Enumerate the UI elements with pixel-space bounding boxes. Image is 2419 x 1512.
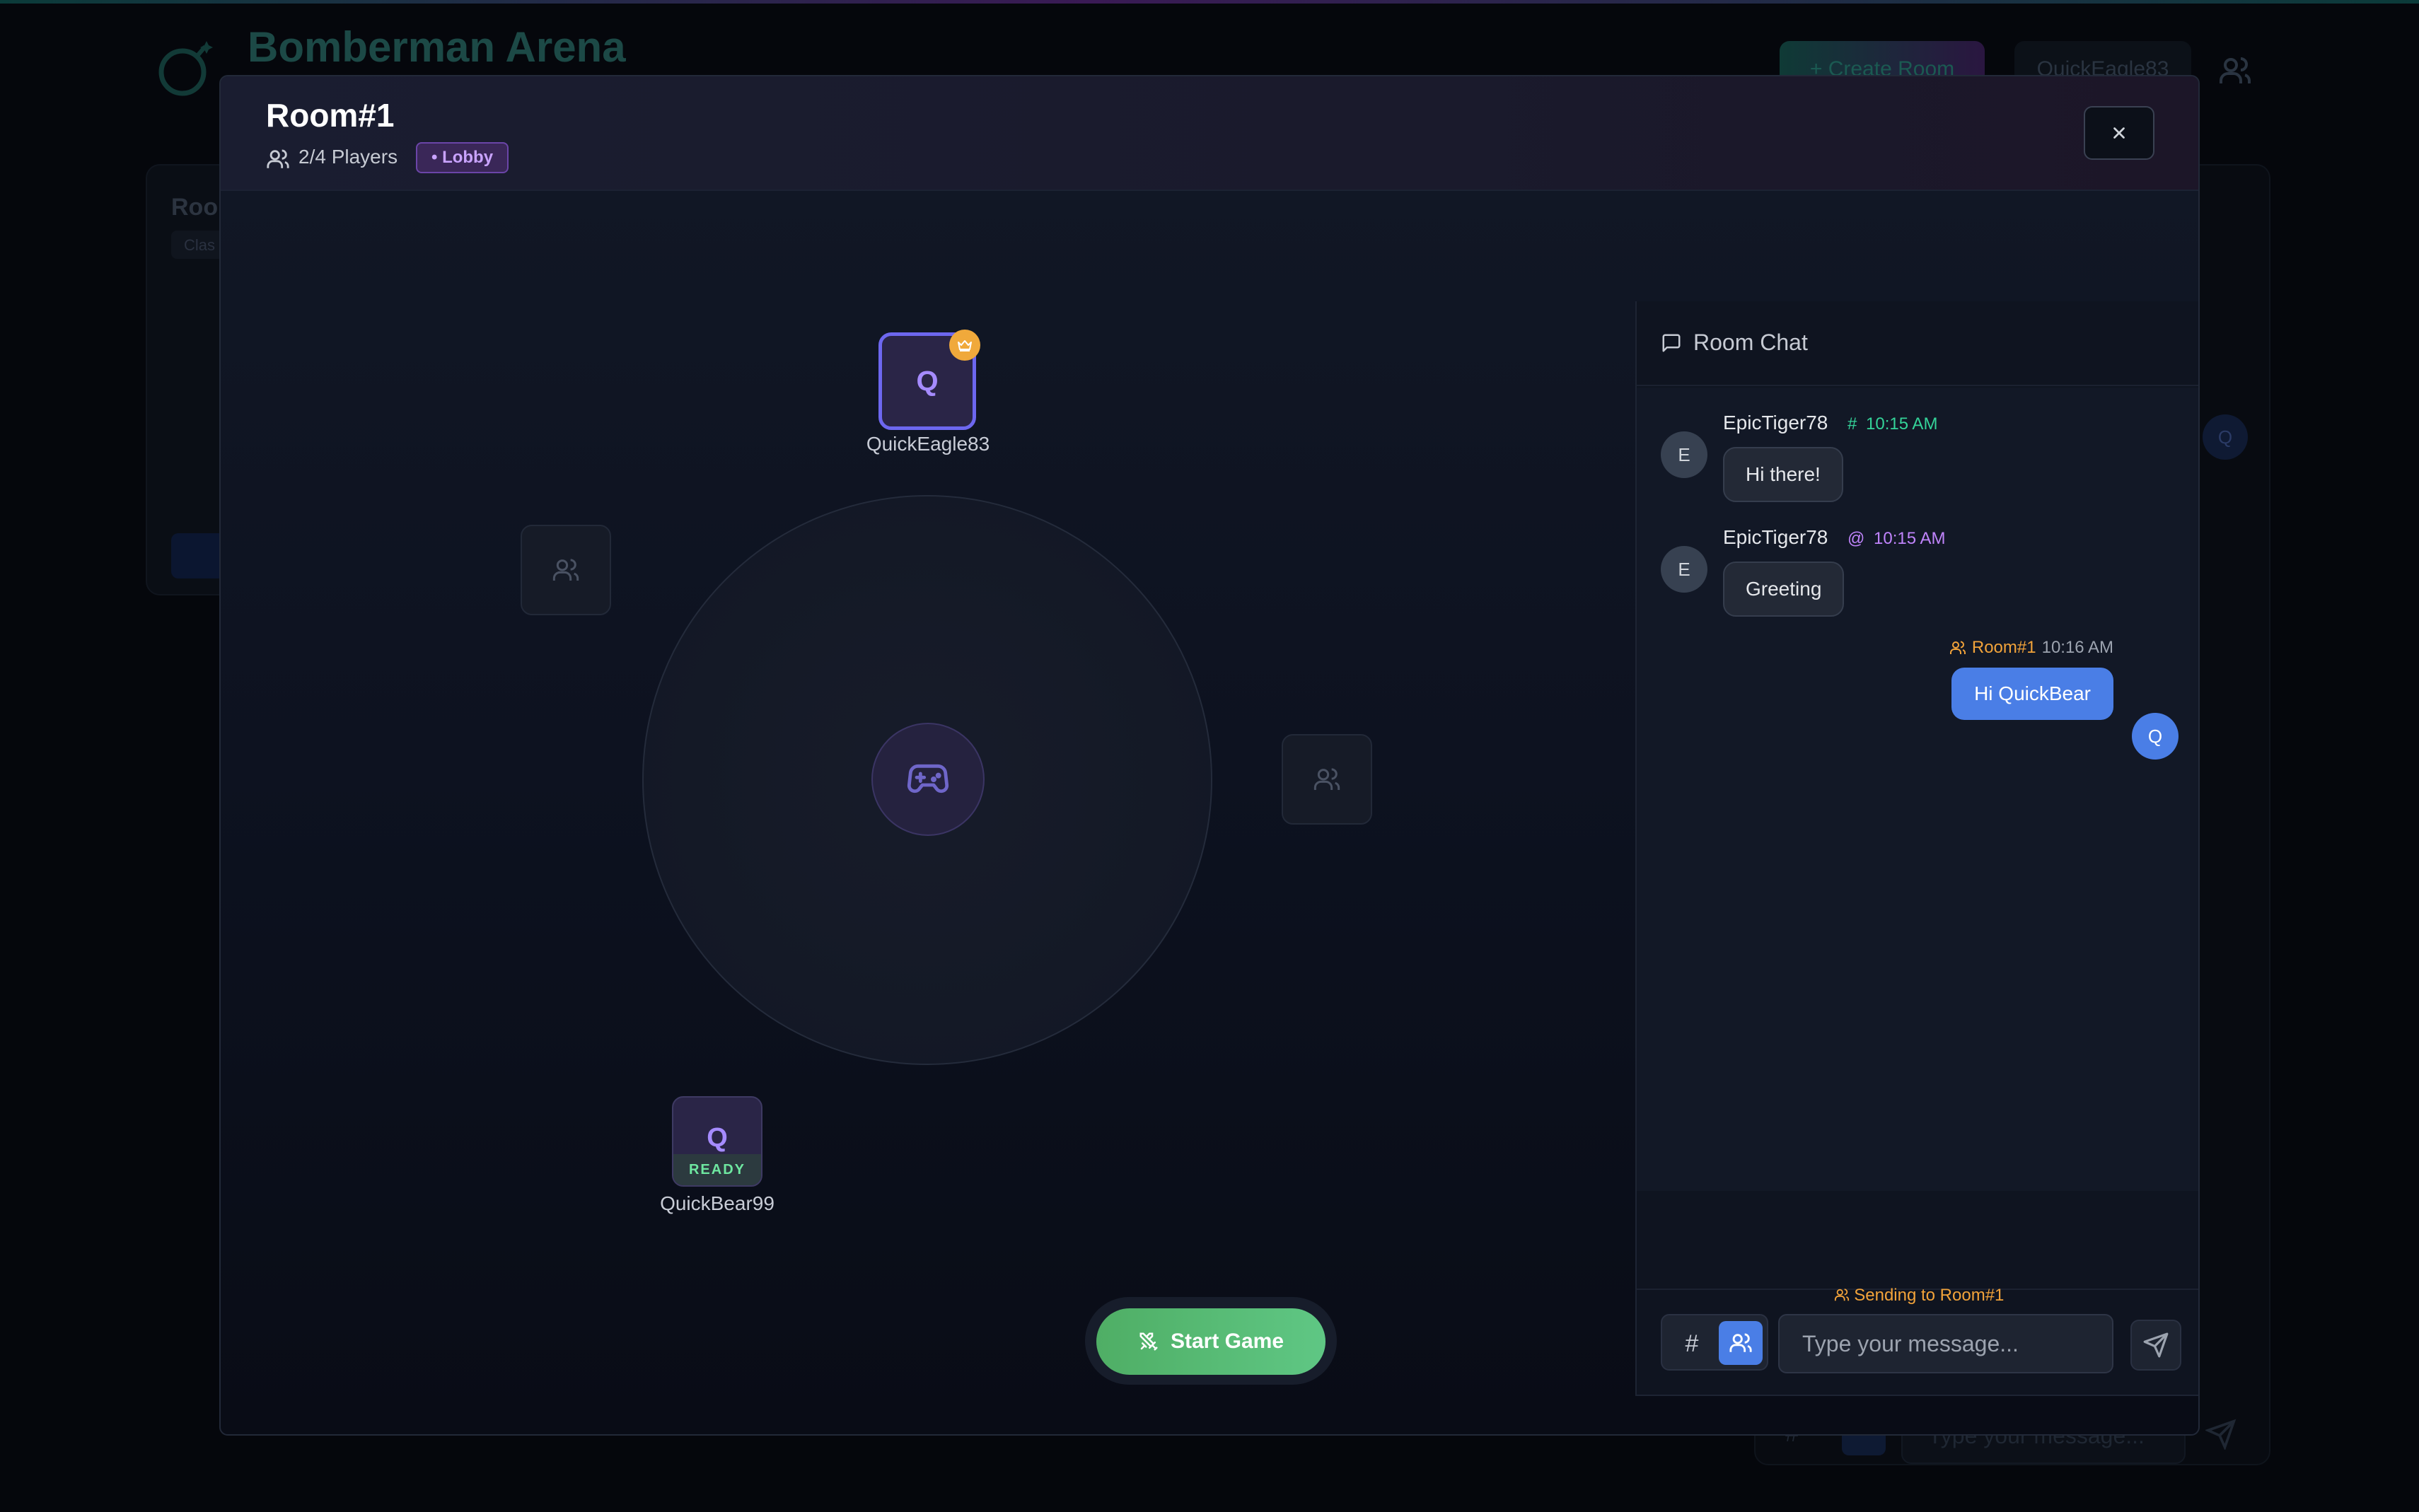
empty-player-slot[interactable] [1282, 734, 1372, 825]
gamepad-icon [907, 764, 949, 793]
message-time: 10:16 AM [2041, 638, 2113, 657]
host-badge [949, 330, 980, 361]
send-icon[interactable] [2205, 1419, 2237, 1450]
message-bubble: Greeting [1723, 562, 1845, 617]
send-icon [2143, 1332, 2169, 1358]
sending-label: Sending to Room#1 [1854, 1286, 2005, 1305]
room-chat-panel: Room Chat E EpicTiger78 # 10:15 AM Hi th… [1635, 301, 2198, 1396]
users-icon [552, 559, 579, 581]
player-name: QuickBear99 [660, 1192, 775, 1214]
player-initial: Q [707, 1123, 728, 1153]
crown-icon [958, 340, 972, 351]
avatar: Q [2203, 414, 2248, 460]
swords-icon [1139, 1332, 1158, 1351]
start-game-button[interactable]: Start Game [1096, 1308, 1325, 1375]
status-badge: • Lobby [416, 142, 509, 173]
at-icon: @ [1847, 529, 1865, 548]
modal-header: Room#1 2/4 Players • Lobby [221, 76, 2198, 191]
message-bubble: Hi there! [1723, 447, 1843, 502]
chat-mode-toggle: # [1661, 1314, 1768, 1371]
close-button[interactable] [2084, 106, 2154, 160]
users-icon [1949, 641, 1966, 654]
app-title: Bomberman Arena [248, 23, 626, 71]
sending-indicator: Sending to Room#1 [1637, 1286, 2198, 1305]
message-author: EpicTiger78 [1723, 412, 1828, 434]
bomb-icon [158, 41, 213, 96]
chat-messages: E EpicTiger78 # 10:15 AM Hi there! E Epi… [1637, 388, 2198, 1191]
users-icon [1834, 1289, 1849, 1301]
message-input[interactable] [1778, 1314, 2113, 1373]
message-time: 10:15 AM [1866, 414, 1938, 434]
hash-icon: # [1847, 414, 1857, 434]
player-slot[interactable]: Q READY [672, 1096, 762, 1187]
room-card-title: Roo [171, 194, 219, 221]
message-bubble-self: Hi QuickBear [1951, 668, 2113, 720]
message-meta: Room#1 10:16 AM [1949, 638, 2113, 658]
room-title: Room#1 [266, 97, 395, 134]
arena-center [871, 723, 985, 836]
player-name: QuickEagle83 [866, 433, 990, 455]
avatar: Q [2132, 713, 2179, 760]
start-game-label: Start Game [1170, 1330, 1284, 1353]
message-meta: # 10:15 AM [1847, 414, 1937, 434]
empty-player-slot[interactable] [521, 525, 611, 615]
players-count: 2/4 Players [298, 146, 398, 168]
avatar: E [1661, 431, 1707, 478]
global-mode-button[interactable]: # [1671, 1322, 1713, 1365]
users-icon [1729, 1333, 1752, 1352]
chat-header: Room Chat [1637, 301, 2198, 386]
users-icon [267, 149, 289, 168]
room-modal: Room#1 2/4 Players • Lobby Q QuickEagle8… [219, 75, 2200, 1436]
ready-badge: READY [673, 1154, 761, 1185]
message-meta: @ 10:15 AM [1847, 529, 1945, 549]
avatar: E [1661, 546, 1707, 593]
message-author: EpicTiger78 [1723, 526, 1828, 548]
send-button[interactable] [2130, 1320, 2181, 1371]
message-time: 10:15 AM [1874, 529, 1946, 548]
users-icon [1313, 768, 1340, 790]
message-room: Room#1 [1971, 638, 2036, 657]
users-icon[interactable] [2218, 54, 2252, 88]
close-icon [2113, 127, 2125, 139]
chat-title: Room Chat [1693, 330, 1808, 355]
room-mode-button[interactable] [1719, 1321, 1763, 1365]
message-square-icon [1662, 334, 1681, 352]
